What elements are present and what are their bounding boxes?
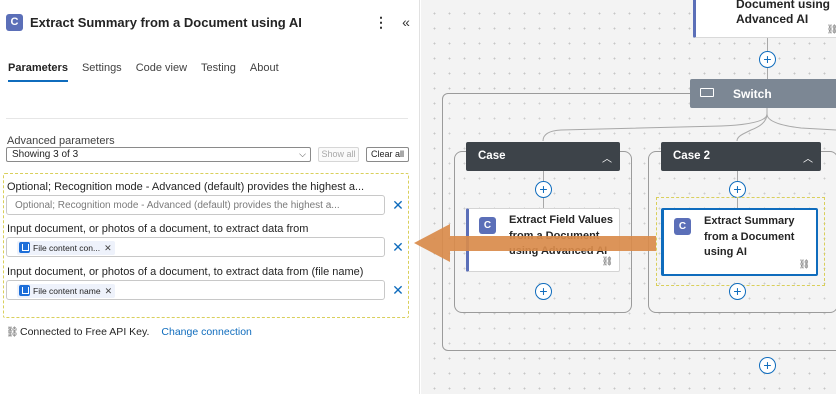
dynamic-content-token[interactable]: File content name ✕ bbox=[17, 284, 116, 298]
action-title: Extract Field Values from a Document usi… bbox=[509, 213, 614, 260]
remove-token-icon[interactable]: ✕ bbox=[104, 241, 112, 255]
case-header[interactable]: Case ︿ bbox=[466, 142, 620, 171]
add-step-button[interactable]: + bbox=[535, 181, 552, 198]
file-icon bbox=[19, 242, 30, 254]
extract-summary-card[interactable]: C Extract Summary from a Document using … bbox=[661, 208, 818, 276]
clear-all-button[interactable]: Clear all bbox=[366, 147, 409, 162]
link-icon: ⛓ bbox=[6, 327, 19, 338]
action-title-line: from a Document bbox=[704, 230, 795, 243]
chevron-down-icon: ⌵ bbox=[299, 149, 306, 159]
advanced-parameters-dropdown[interactable]: Showing 3 of 3 ⌵ bbox=[6, 147, 311, 162]
connector-icon: C bbox=[6, 14, 23, 31]
case-label: Case bbox=[478, 150, 506, 162]
tab-code-view[interactable]: Code view bbox=[136, 62, 187, 80]
add-step-button[interactable]: + bbox=[535, 283, 552, 300]
input-document-label: Input document, or photos of a document,… bbox=[7, 223, 309, 235]
divider bbox=[6, 118, 408, 119]
recognition-mode-input[interactable]: Optional; Recognition mode - Advanced (d… bbox=[6, 195, 385, 215]
recognition-mode-label: Optional; Recognition mode - Advanced (d… bbox=[7, 181, 365, 193]
more-options-icon[interactable]: ⋮ bbox=[374, 12, 388, 34]
case-label: Case 2 bbox=[673, 150, 711, 162]
connection-info: ⛓Connected to Free API Key. Change connec… bbox=[6, 326, 252, 338]
panel-title: Extract Summary from a Document using AI bbox=[30, 15, 302, 30]
case-header[interactable]: Case 2 ︿ bbox=[661, 142, 821, 171]
action-title: Extract Summary from a Document using AI bbox=[704, 214, 809, 261]
action-title-line: from a Document bbox=[509, 229, 600, 242]
remove-token-icon[interactable]: ✕ bbox=[105, 284, 113, 298]
link-icon: ⛓ bbox=[798, 259, 810, 269]
chevron-up-icon[interactable]: ︿ bbox=[602, 150, 612, 165]
input-document-filename-label: Input document, or photos of a document,… bbox=[7, 266, 364, 278]
add-step-button[interactable]: + bbox=[729, 283, 746, 300]
advanced-parameters-label: Advanced parameters bbox=[7, 135, 115, 147]
connector-icon: C bbox=[479, 217, 496, 234]
file-icon bbox=[19, 285, 30, 297]
action-title-line: Extract Field Values bbox=[509, 214, 613, 226]
tab-settings[interactable]: Settings bbox=[82, 62, 122, 80]
link-icon: ⛓ bbox=[601, 256, 613, 266]
action-title-line: using AI bbox=[704, 246, 747, 258]
show-all-button[interactable]: Show all bbox=[318, 147, 359, 162]
input-placeholder: Optional; Recognition mode - Advanced (d… bbox=[15, 200, 340, 211]
tab-about[interactable]: About bbox=[250, 62, 279, 80]
change-connection-link[interactable]: Change connection bbox=[161, 326, 252, 338]
tab-bar: Parameters Settings Code view Testing About bbox=[8, 60, 293, 84]
flow-canvas[interactable]: Document using Advanced AI ⛓ + Switch Ca… bbox=[421, 0, 836, 394]
connector-icon: C bbox=[674, 218, 691, 235]
tab-parameters[interactable]: Parameters bbox=[8, 62, 68, 82]
action-title-line: using Advanced AI bbox=[509, 245, 608, 257]
action-title-line: Extract Summary bbox=[704, 215, 795, 227]
dropdown-value: Showing 3 of 3 bbox=[12, 149, 79, 160]
remove-param-icon[interactable]: ✕ bbox=[392, 198, 404, 212]
extract-field-values-card[interactable]: C Extract Field Values from a Document u… bbox=[466, 208, 620, 272]
token-label: File content name bbox=[33, 286, 101, 296]
tab-testing[interactable]: Testing bbox=[201, 62, 236, 80]
dynamic-content-token[interactable]: File content con... ✕ bbox=[17, 241, 115, 255]
input-document-filename-field[interactable]: File content name ✕ bbox=[6, 280, 385, 300]
connection-status: Connected to Free API Key. bbox=[20, 326, 150, 338]
collapse-panel-icon[interactable]: « bbox=[398, 12, 414, 34]
add-step-button[interactable]: + bbox=[729, 181, 746, 198]
panel-header: C Extract Summary from a Document using … bbox=[6, 12, 414, 34]
chevron-up-icon[interactable]: ︿ bbox=[803, 150, 813, 165]
remove-param-icon[interactable]: ✕ bbox=[392, 283, 404, 297]
input-document-field[interactable]: File content con... ✕ bbox=[6, 237, 385, 257]
details-panel: C Extract Summary from a Document using … bbox=[0, 0, 420, 394]
token-label: File content con... bbox=[33, 243, 101, 253]
remove-param-icon[interactable]: ✕ bbox=[392, 240, 404, 254]
add-step-button[interactable]: + bbox=[759, 357, 776, 374]
